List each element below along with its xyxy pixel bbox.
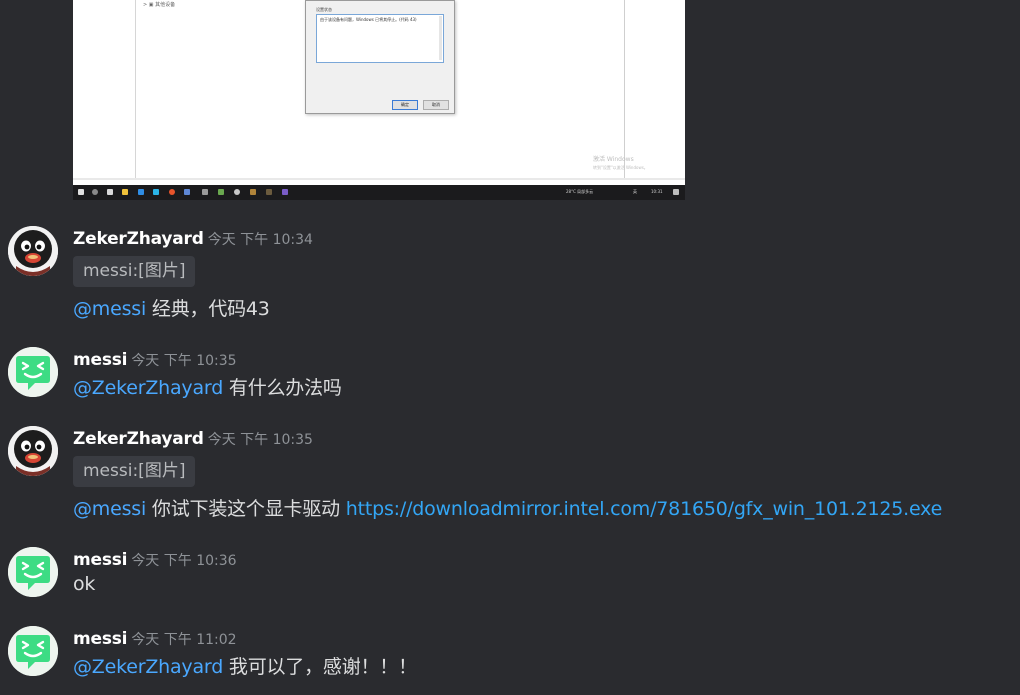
zekerzhayard-avatar-icon xyxy=(8,226,58,276)
attachment-cancel-button: 取消 xyxy=(423,100,449,110)
user-mention[interactable]: @messi xyxy=(73,498,146,520)
zekerzhayard-avatar-icon xyxy=(8,426,58,476)
attachment-watermark-line1: 激活 Windows xyxy=(593,156,634,163)
message-text: 经典，代码43 xyxy=(146,298,270,320)
username[interactable]: messi xyxy=(73,350,128,370)
download-link[interactable]: https://downloadmirror.intel.com/781650/… xyxy=(346,498,943,520)
timestamp: 今天 下午 11:02 xyxy=(131,632,237,648)
reply-reference[interactable]: messi:[图片] xyxy=(73,456,196,487)
message-content: @ZekerZhayard 我可以了，感谢！！！ xyxy=(73,652,417,679)
timestamp: 今天 下午 10:35 xyxy=(131,353,237,369)
taskbar-app-icon xyxy=(153,189,159,195)
attachment-dialog-message: 由于该设备有问题，Windows 已将其停止。(代码 43) xyxy=(320,17,417,22)
taskbar-settings-icon xyxy=(234,189,240,195)
message-content: ok xyxy=(73,573,95,595)
message-text: ok xyxy=(73,573,96,595)
user-mention[interactable]: @ZekerZhayard xyxy=(73,656,223,678)
messi-avatar-icon xyxy=(8,347,58,397)
chat-view: > ▣ 其他设备 设置状态 由于该设备有问题，Windows 已将其停止。(代码… xyxy=(0,0,1020,695)
message-header: ZekerZhayard 今天 下午 10:35 xyxy=(73,429,313,449)
taskbar-clock: 10:31 xyxy=(651,189,663,194)
username[interactable]: ZekerZhayard xyxy=(73,229,204,249)
attachment-dialog-textbox: 由于该设备有问题，Windows 已将其停止。(代码 43) xyxy=(316,14,444,63)
message-header: messi 今天 下午 10:36 xyxy=(73,550,237,570)
taskbar-app-icon xyxy=(250,189,256,195)
message-content: @messi 经典，代码43 xyxy=(73,294,270,321)
message-text: 你试下装这个显卡驱动 xyxy=(146,498,346,520)
message-content: @ZekerZhayard 有什么办法吗 xyxy=(73,373,342,400)
avatar[interactable] xyxy=(8,626,58,676)
message-header: messi 今天 下午 11:02 xyxy=(73,629,237,649)
message-text: 我可以了，感谢！！！ xyxy=(223,656,417,678)
username[interactable]: messi xyxy=(73,629,128,649)
avatar[interactable] xyxy=(8,347,58,397)
message-content: @messi 你试下装这个显卡驱动 https://downloadmirror… xyxy=(73,494,942,521)
taskbar-folder-icon xyxy=(122,189,128,195)
attachment-ok-button: 确定 xyxy=(392,100,418,110)
taskbar-language: 英 xyxy=(633,189,637,194)
taskbar-app-icon xyxy=(184,189,190,195)
taskbar-app-icon xyxy=(282,189,288,195)
taskbar-edge-icon xyxy=(138,189,144,195)
attachment-taskbar: 28°C 局部多云 英 10:31 xyxy=(73,185,685,200)
attachment-watermark-line2: 转到"设置"以激活 Windows。 xyxy=(593,165,648,170)
attachment-dialog-scrollbar xyxy=(439,16,442,60)
attachment-sidebar-item: > ▣ 其他设备 xyxy=(143,2,176,8)
taskbar-weather: 28°C 局部多云 xyxy=(566,189,594,194)
avatar[interactable] xyxy=(8,426,58,476)
user-mention[interactable]: @messi xyxy=(73,298,146,320)
taskbar-taskview-icon xyxy=(107,189,113,195)
reply-reference[interactable]: messi:[图片] xyxy=(73,256,196,287)
taskbar-search-icon xyxy=(92,189,98,195)
username[interactable]: messi xyxy=(73,550,128,570)
messi-avatar-icon xyxy=(8,626,58,676)
attachment-sidebar-divider xyxy=(135,0,136,178)
image-attachment[interactable]: > ▣ 其他设备 设置状态 由于该设备有问题，Windows 已将其停止。(代码… xyxy=(73,0,685,200)
taskbar-firefox-icon xyxy=(169,189,175,195)
timestamp: 今天 下午 10:36 xyxy=(131,553,237,569)
taskbar-app-icon xyxy=(218,189,224,195)
message-header: messi 今天 下午 10:35 xyxy=(73,350,237,370)
avatar[interactable] xyxy=(8,226,58,276)
avatar[interactable] xyxy=(8,547,58,597)
message-header: ZekerZhayard 今天 下午 10:34 xyxy=(73,229,313,249)
attachment-dialog: 设置状态 由于该设备有问题，Windows 已将其停止。(代码 43) 确定 取… xyxy=(305,0,455,114)
attachment-dialog-label: 设置状态 xyxy=(316,7,332,12)
taskbar-app-icon xyxy=(266,189,272,195)
windows-start-icon xyxy=(78,189,84,195)
messi-avatar-icon xyxy=(8,547,58,597)
message-text: 有什么办法吗 xyxy=(223,377,342,399)
taskbar-app-icon xyxy=(202,189,208,195)
attachment-activation-watermark: 激活 Windows 转到"设置"以激活 Windows。 xyxy=(593,156,648,172)
attachment-statusbar xyxy=(73,178,685,180)
taskbar-notification-icon xyxy=(673,189,679,195)
timestamp: 今天 下午 10:35 xyxy=(207,432,313,448)
user-mention[interactable]: @ZekerZhayard xyxy=(73,377,223,399)
attachment-divider xyxy=(624,0,625,178)
username[interactable]: ZekerZhayard xyxy=(73,429,204,449)
timestamp: 今天 下午 10:34 xyxy=(207,232,313,248)
